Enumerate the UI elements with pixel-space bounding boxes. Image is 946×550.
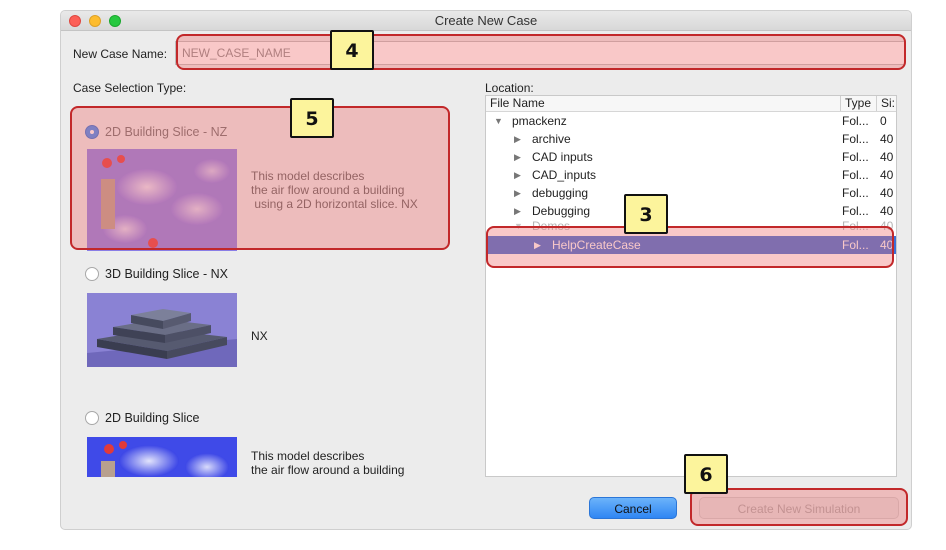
callout-badge: 4 bbox=[330, 30, 374, 70]
file-size: 40 bbox=[880, 168, 894, 182]
file-name: CAD inputs bbox=[532, 150, 593, 164]
file-size: 40 bbox=[880, 186, 894, 200]
cancel-button[interactable]: Cancel bbox=[589, 497, 677, 519]
column-header-size[interactable]: Si: bbox=[876, 96, 895, 111]
disclosure-expanded-icon[interactable]: ▼ bbox=[494, 112, 503, 130]
callout-badge: 6 bbox=[684, 454, 728, 494]
file-size: 40 bbox=[880, 132, 894, 146]
close-window-icon[interactable] bbox=[69, 15, 81, 27]
window-title: Create New Case bbox=[434, 13, 538, 28]
tree-row-cad-underscore-inputs[interactable]: ▶ CAD_inputs Fol... 40 bbox=[486, 166, 896, 184]
tree-row-debugging-lower[interactable]: ▶ debugging Fol... 40 bbox=[486, 184, 896, 202]
case-option-3d-nx[interactable]: 3D Building Slice - NX NX bbox=[71, 259, 481, 399]
file-type: Fol... bbox=[842, 168, 869, 182]
column-header-file-name[interactable]: File Name bbox=[490, 96, 545, 111]
case-selection-label: Case Selection Type: bbox=[73, 81, 187, 95]
tree-row-cad-inputs[interactable]: ▶ CAD inputs Fol... 40 bbox=[486, 148, 896, 166]
disclosure-collapsed-icon[interactable]: ▶ bbox=[514, 130, 521, 148]
case-option-2d[interactable]: 2D Building Slice This model describes t… bbox=[71, 403, 481, 477]
disclosure-collapsed-icon[interactable]: ▶ bbox=[514, 148, 521, 166]
disclosure-collapsed-icon[interactable]: ▶ bbox=[514, 184, 521, 202]
disclosure-collapsed-icon[interactable]: ▶ bbox=[514, 202, 521, 220]
case-option-title: 2D Building Slice bbox=[105, 411, 200, 425]
location-file-browser[interactable]: File Name Type Si: ▼ pmackenz Fol... 0 ▶… bbox=[485, 95, 897, 477]
file-type: Fol... bbox=[842, 150, 869, 164]
minimize-window-icon[interactable] bbox=[89, 15, 101, 27]
title-bar: Create New Case bbox=[61, 11, 911, 31]
tree-row-pmackenz[interactable]: ▼ pmackenz Fol... 0 bbox=[486, 112, 896, 130]
file-name: CAD_inputs bbox=[532, 168, 597, 182]
disclosure-collapsed-icon[interactable]: ▶ bbox=[514, 166, 521, 184]
file-type: Fol... bbox=[842, 132, 869, 146]
callout-badge: 5 bbox=[290, 98, 334, 138]
highlight-case-option bbox=[70, 106, 450, 250]
file-type: Fol... bbox=[842, 204, 869, 218]
zoom-window-icon[interactable] bbox=[109, 15, 121, 27]
case-option-description: NX bbox=[251, 329, 268, 343]
file-type: Fol... bbox=[842, 114, 869, 128]
case-2d-thumbnail bbox=[87, 437, 237, 477]
tree-row-debugging-upper[interactable]: ▶ Debugging Fol... 40 bbox=[486, 202, 896, 220]
radio-button[interactable] bbox=[85, 267, 99, 281]
case-option-title: 3D Building Slice - NX bbox=[105, 267, 228, 281]
file-size: 0 bbox=[880, 114, 887, 128]
file-table-header: File Name Type Si: bbox=[486, 96, 896, 112]
file-type: Fol... bbox=[842, 186, 869, 200]
file-name: Debugging bbox=[532, 204, 591, 218]
tree-row-archive[interactable]: ▶ archive Fol... 40 bbox=[486, 130, 896, 148]
case-3d-nx-thumbnail bbox=[87, 293, 237, 367]
highlight-case-name bbox=[176, 34, 906, 70]
file-size: 40 bbox=[880, 204, 894, 218]
highlight-location-folder bbox=[486, 226, 894, 268]
file-name: archive bbox=[532, 132, 571, 146]
file-name: debugging bbox=[532, 186, 589, 200]
case-name-label: New Case Name: bbox=[73, 47, 168, 61]
location-label: Location: bbox=[485, 81, 534, 95]
radio-button[interactable] bbox=[85, 411, 99, 425]
column-header-type[interactable]: Type bbox=[840, 96, 871, 111]
file-size: 40 bbox=[880, 150, 894, 164]
case-option-description: This model describes the air flow around… bbox=[251, 449, 405, 477]
create-new-case-window: Create New Case New Case Name: NEW_CASE_… bbox=[60, 10, 912, 530]
file-name: pmackenz bbox=[512, 114, 567, 128]
callout-badge: 3 bbox=[624, 194, 668, 234]
